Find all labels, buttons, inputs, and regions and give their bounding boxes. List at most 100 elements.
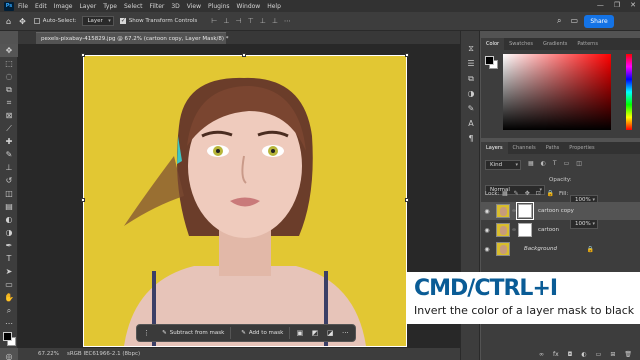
- more-options-icon[interactable]: ···: [340, 327, 351, 339]
- layer-row-cartoon[interactable]: ◉ ∞ cartoon: [481, 221, 640, 239]
- gradient-tool-icon[interactable]: ▤: [0, 200, 18, 213]
- type-tool-icon[interactable]: T: [0, 252, 18, 265]
- move-tool-icon[interactable]: ✥: [0, 44, 18, 57]
- color-swatches[interactable]: [0, 330, 18, 350]
- distribute-icon[interactable]: ⋯: [284, 17, 291, 25]
- align-right-icon[interactable]: ⊣: [235, 17, 241, 25]
- eye-icon[interactable]: ◉: [481, 208, 493, 215]
- libraries-icon[interactable]: ⧉: [461, 71, 481, 86]
- transform-controls-checkbox[interactable]: [119, 17, 126, 24]
- filter-shape-icon[interactable]: ▭: [564, 160, 570, 167]
- clone-stamp-icon[interactable]: ⊥: [0, 161, 18, 174]
- align-top-icon[interactable]: ⊤: [248, 17, 254, 25]
- link-icon[interactable]: ∞: [510, 227, 518, 233]
- transform-handle-tr[interactable]: [405, 53, 409, 57]
- apply-mask-icon[interactable]: ◪: [325, 327, 336, 339]
- layer-row-cartoon-copy[interactable]: ◉ ∞ cartoon copy: [481, 202, 640, 220]
- blur-tool-icon[interactable]: ◐: [0, 213, 18, 226]
- align-left-icon[interactable]: ⊢: [211, 17, 217, 25]
- workspace-icon[interactable]: ▭: [570, 16, 578, 26]
- menu-plugins[interactable]: Plugins: [208, 3, 230, 10]
- history-brush-icon[interactable]: ↺: [0, 174, 18, 187]
- filter-adjustment-icon[interactable]: ◐: [541, 160, 546, 167]
- drag-handle-icon[interactable]: ⋮: [141, 327, 152, 339]
- foreground-color-swatch[interactable]: [3, 332, 12, 341]
- pen-tool-icon[interactable]: ✒: [0, 239, 18, 252]
- lock-icon[interactable]: 🔒: [587, 246, 594, 253]
- tab-patterns[interactable]: Patterns: [572, 38, 603, 50]
- color-picker-field[interactable]: [503, 54, 611, 130]
- tab-channels[interactable]: Channels: [508, 142, 541, 154]
- brushes-icon[interactable]: ✎: [461, 101, 481, 116]
- transform-handle-top[interactable]: [242, 53, 246, 57]
- lock-all-icon[interactable]: 🔒: [547, 190, 554, 197]
- object-select-tool-icon[interactable]: ⧉: [0, 83, 18, 96]
- new-layer-icon[interactable]: ⊞: [610, 351, 615, 358]
- group-icon[interactable]: ▭: [596, 351, 602, 358]
- menu-type[interactable]: Type: [103, 3, 117, 10]
- layer-style-icon[interactable]: fx: [553, 351, 559, 358]
- menu-view[interactable]: View: [187, 3, 201, 10]
- panel-foreground-swatch[interactable]: [485, 56, 494, 65]
- properties-icon[interactable]: ☰: [461, 56, 481, 71]
- tab-paths[interactable]: Paths: [541, 142, 565, 154]
- menu-select[interactable]: Select: [124, 3, 143, 10]
- mask-option-icon[interactable]: ▣: [294, 327, 305, 339]
- tab-swatches[interactable]: Swatches: [504, 38, 538, 50]
- tab-color[interactable]: Color: [481, 38, 505, 50]
- eyedropper-tool-icon[interactable]: ⟋: [0, 122, 18, 135]
- adjustments-icon[interactable]: ◑: [461, 86, 481, 101]
- transform-handle-left[interactable]: [81, 198, 85, 202]
- close-icon[interactable]: ✕: [630, 1, 636, 9]
- lock-pixels-icon[interactable]: ✎: [514, 190, 519, 197]
- tab-properties[interactable]: Properties: [564, 142, 599, 154]
- menu-image[interactable]: Image: [54, 3, 73, 10]
- zoom-level[interactable]: 67.22%: [38, 351, 59, 357]
- frame-tool-icon[interactable]: ⊠: [0, 109, 18, 122]
- align-bottom-icon[interactable]: ⊥: [272, 17, 278, 25]
- transform-bounding-box[interactable]: [81, 53, 409, 347]
- lock-position-icon[interactable]: ✥: [525, 190, 530, 197]
- menu-layer[interactable]: Layer: [79, 3, 96, 10]
- align-middle-icon[interactable]: ⊥: [260, 17, 266, 25]
- menu-3d[interactable]: 3D: [171, 3, 179, 10]
- subtract-from-mask-button[interactable]: ✎ Subtract from mask: [156, 327, 232, 339]
- character-icon[interactable]: A: [461, 116, 481, 131]
- lock-artboard-icon[interactable]: ⊡: [536, 190, 541, 197]
- healing-brush-icon[interactable]: ✚: [0, 135, 18, 148]
- menu-filter[interactable]: Filter: [150, 3, 165, 10]
- eraser-tool-icon[interactable]: ◫: [0, 187, 18, 200]
- layer-mask-thumbnail[interactable]: [518, 223, 532, 237]
- link-icon[interactable]: ∞: [510, 208, 518, 214]
- transform-handle-tl[interactable]: [81, 53, 85, 57]
- menu-help[interactable]: Help: [267, 3, 281, 10]
- align-center-icon[interactable]: ⊥: [223, 17, 229, 25]
- auto-select-checkbox[interactable]: [33, 18, 40, 24]
- layer-filter-dropdown[interactable]: Kind: [485, 160, 521, 170]
- filter-smart-icon[interactable]: ◫: [576, 160, 582, 167]
- hue-slider[interactable]: [626, 54, 632, 130]
- crop-tool-icon[interactable]: ⌗: [0, 96, 18, 109]
- tab-gradients[interactable]: Gradients: [538, 38, 572, 50]
- add-to-mask-button[interactable]: ✎ Add to mask: [235, 327, 291, 339]
- menu-window[interactable]: Window: [237, 3, 261, 10]
- eye-icon[interactable]: ◉: [481, 227, 493, 234]
- adjustment-layer-icon[interactable]: ◐: [581, 351, 586, 358]
- invert-mask-icon[interactable]: ◩: [310, 327, 321, 339]
- menu-file[interactable]: File: [18, 3, 28, 10]
- layer-row-background[interactable]: ◉ Background 🔒: [481, 240, 640, 258]
- share-button[interactable]: Share: [584, 15, 614, 28]
- auto-select-dropdown[interactable]: Layer: [82, 16, 114, 26]
- zoom-tool-icon[interactable]: ⌕: [0, 304, 18, 317]
- history-icon[interactable]: ⧖: [461, 41, 481, 56]
- filter-pixel-icon[interactable]: ▦: [528, 160, 534, 167]
- quick-mask-icon[interactable]: ◎: [0, 350, 18, 360]
- tab-layers[interactable]: Layers: [481, 142, 508, 154]
- eye-icon[interactable]: ◉: [481, 246, 493, 253]
- brush-tool-icon[interactable]: ✎: [0, 148, 18, 161]
- move-tool-icon[interactable]: ✥: [19, 17, 26, 26]
- layer-mask-thumbnail[interactable]: [516, 202, 534, 220]
- path-select-tool-icon[interactable]: ➤: [0, 265, 18, 278]
- document-tab[interactable]: pexels-pixabay-415829.jpg @ 67.2% (carto…: [36, 32, 229, 44]
- hand-tool-icon[interactable]: ✋: [0, 291, 18, 304]
